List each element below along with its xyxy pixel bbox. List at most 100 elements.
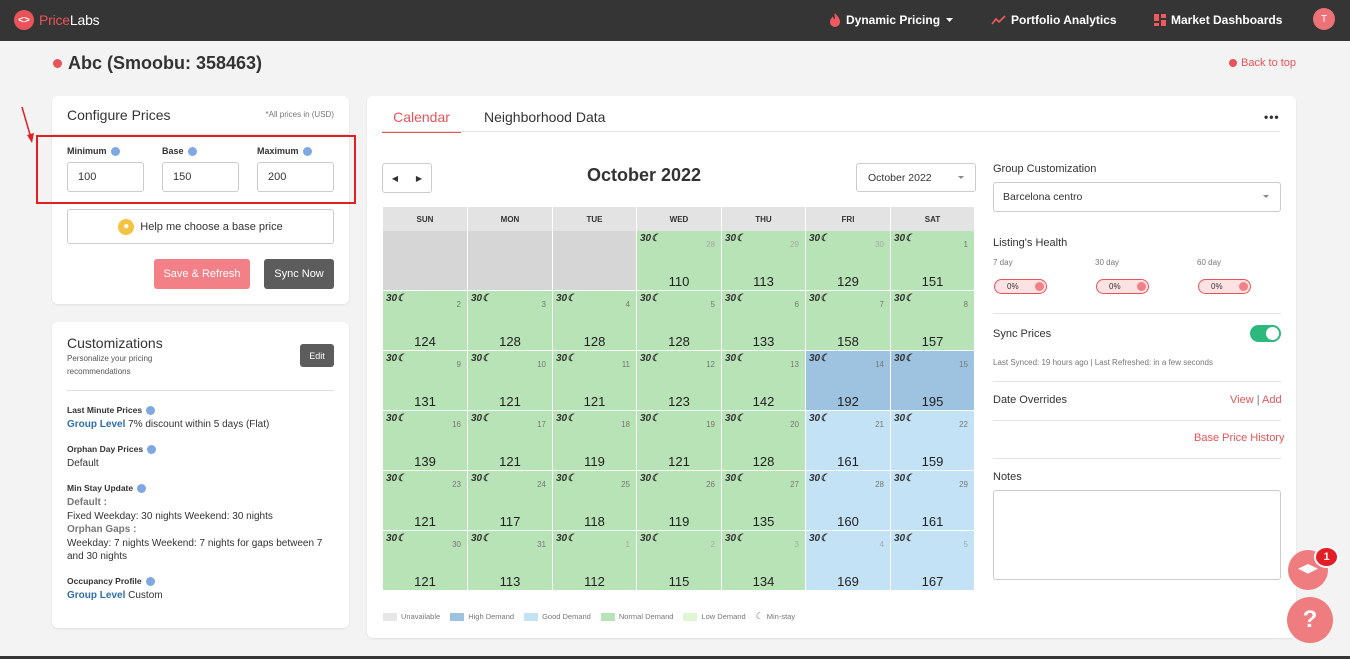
calendar-day-cell[interactable]: [553, 231, 637, 291]
calendar-day-cell[interactable]: 30☾ 30 121: [383, 531, 468, 591]
help-choose-base-price-button[interactable]: ● Help me choose a base price: [67, 209, 334, 244]
calendar-day-cell[interactable]: 30☾ 16 139: [383, 411, 468, 471]
month-select[interactable]: October 2022: [856, 163, 976, 192]
calendar-day-cell[interactable]: 30☾ 24 117: [468, 471, 553, 531]
calendar-day-cell[interactable]: 30☾ 28 160: [806, 471, 891, 531]
tab-calendar[interactable]: Calendar: [382, 109, 461, 133]
listing-name: Abc (Smoobu: 358463): [68, 53, 263, 73]
help-chat-button[interactable]: ?: [1287, 597, 1333, 643]
currency-note: *All prices in (USD): [265, 110, 334, 119]
sync-now-button[interactable]: Sync Now: [264, 259, 334, 289]
group-customization-select[interactable]: Barcelona centro: [993, 182, 1281, 212]
day-price: 195: [921, 394, 944, 409]
prev-month-button[interactable]: ◀: [383, 164, 407, 192]
calendar-day-cell[interactable]: 30☾ 23 121: [383, 471, 468, 531]
nav-portfolio-analytics[interactable]: Portfolio Analytics: [991, 13, 1117, 27]
base-price-history-link[interactable]: Base Price History: [1194, 432, 1284, 444]
min-stay-label: 30☾: [386, 293, 407, 304]
calendar-day-cell[interactable]: 30☾ 5 167: [891, 531, 975, 591]
back-to-top-link[interactable]: Back to top: [1229, 57, 1296, 69]
calendar-day-cell[interactable]: 30☾ 3 134: [722, 531, 806, 591]
calendar-day-cell[interactable]: 30☾ 4 128: [553, 291, 637, 351]
group-level-link[interactable]: Group Level: [67, 419, 125, 430]
calendar-day-cell[interactable]: 30☾ 25 118: [553, 471, 637, 531]
calendar-day-cell[interactable]: 30☾ 11 121: [553, 351, 637, 411]
calendar-day-cell[interactable]: 30☾ 2 124: [383, 291, 468, 351]
day-number: 28: [706, 240, 715, 249]
page-title: Abc (Smoobu: 358463): [53, 53, 262, 74]
next-month-button[interactable]: ▶: [407, 164, 431, 192]
calendar-day-cell[interactable]: 30☾ 5 128: [637, 291, 722, 351]
edit-customizations-button[interactable]: Edit: [300, 344, 334, 367]
day-price: 133: [752, 334, 775, 349]
info-icon[interactable]: [137, 484, 147, 493]
calendar-day-cell[interactable]: 30☾ 29 113: [722, 231, 806, 291]
divider: [67, 390, 334, 391]
calendar-day-cell[interactable]: 30☾ 18 119: [553, 411, 637, 471]
tab-neighborhood-data[interactable]: Neighborhood Data: [484, 109, 605, 125]
user-avatar[interactable]: T: [1313, 8, 1335, 30]
date-overrides-label: Date Overrides: [993, 394, 1067, 406]
calendar-day-cell[interactable]: 30☾ 20 128: [722, 411, 806, 471]
calendar-day-cell[interactable]: 30☾ 28 110: [637, 231, 722, 291]
calendar-day-cell[interactable]: 30☾ 17 121: [468, 411, 553, 471]
min-stay-label: 30☾: [471, 353, 492, 364]
info-icon[interactable]: [145, 577, 155, 586]
calendar-day-cell[interactable]: 30☾ 10 121: [468, 351, 553, 411]
day-price: 118: [584, 514, 605, 529]
nav-market-dashboards[interactable]: Market Dashboards: [1154, 13, 1282, 27]
day-number: 15: [959, 360, 968, 369]
nav-label: Portfolio Analytics: [1011, 13, 1117, 27]
calendar-day-cell[interactable]: [383, 231, 468, 291]
view-overrides-link[interactable]: View: [1230, 394, 1254, 406]
add-override-link[interactable]: Add: [1262, 394, 1282, 406]
pricelabs-logo[interactable]: <> PriceLabs: [14, 10, 100, 30]
calendar-day-cell[interactable]: 30☾ 21 161: [806, 411, 891, 471]
calendar-day-cell[interactable]: 30☾ 4 169: [806, 531, 891, 591]
info-icon[interactable]: [147, 445, 157, 454]
calendar-day-cell[interactable]: 30☾ 3 128: [468, 291, 553, 351]
sync-prices-toggle[interactable]: [1250, 325, 1281, 342]
day-number: 27: [790, 480, 799, 489]
group-level-link[interactable]: Group Level: [67, 590, 125, 601]
min-stay-label: 30☾: [809, 533, 830, 544]
status-dot-icon: [1239, 282, 1248, 291]
calendar-day-cell[interactable]: 30☾ 27 135: [722, 471, 806, 531]
calendar-day-cell[interactable]: 30☾ 22 159: [891, 411, 975, 471]
calendar-day-cell[interactable]: 30☾ 2 115: [637, 531, 722, 591]
calendar-day-cell[interactable]: 30☾ 26 119: [637, 471, 722, 531]
day-price: 159: [921, 454, 944, 469]
calendar-day-cell[interactable]: 30☾ 7 158: [806, 291, 891, 351]
calendar-day-cell[interactable]: 30☾ 6 133: [722, 291, 806, 351]
calendar-day-cell[interactable]: 30☾ 14 192: [806, 351, 891, 411]
notes-textarea[interactable]: [993, 490, 1281, 580]
calendar-day-cell[interactable]: 30☾ 9 131: [383, 351, 468, 411]
day-number: 10: [537, 360, 546, 369]
minstay-default-heading: Default :: [67, 497, 107, 508]
day-number: 19: [706, 420, 715, 429]
min-stay-label: 30☾: [386, 473, 407, 484]
calendar-day-cell[interactable]: [468, 231, 553, 291]
calendar-day-cell[interactable]: 30☾ 12 123: [637, 351, 722, 411]
day-price: 169: [837, 574, 859, 589]
calendar-day-cell[interactable]: 30☾ 1 151: [891, 231, 975, 291]
day-number: 2: [710, 540, 715, 549]
more-options-icon[interactable]: •••: [1264, 110, 1280, 124]
calendar-day-cell[interactable]: 30☾ 30 129: [806, 231, 891, 291]
calendar-day-cell[interactable]: 30☾ 29 161: [891, 471, 975, 531]
calendar-day-cell[interactable]: 30☾ 8 157: [891, 291, 975, 351]
calendar-day-cell[interactable]: 30☾ 15 195: [891, 351, 975, 411]
day-price: 121: [499, 454, 521, 469]
calendar-day-cell[interactable]: 30☾ 19 121: [637, 411, 722, 471]
calendar-day-cell[interactable]: 30☾ 1 112: [553, 531, 637, 591]
weekday-label: FRI: [806, 207, 891, 231]
day-number: 7: [879, 300, 884, 309]
save-refresh-button[interactable]: Save & Refresh: [154, 259, 250, 289]
calendar-day-cell[interactable]: 30☾ 13 142: [722, 351, 806, 411]
nav-dynamic-pricing[interactable]: Dynamic Pricing: [829, 13, 954, 27]
legend-label: Low Demand: [701, 612, 746, 621]
calendar-day-cell[interactable]: 30☾ 31 113: [468, 531, 553, 591]
day-number: 26: [706, 480, 715, 489]
info-icon[interactable]: [146, 406, 156, 415]
weekday-label: WED: [637, 207, 722, 231]
